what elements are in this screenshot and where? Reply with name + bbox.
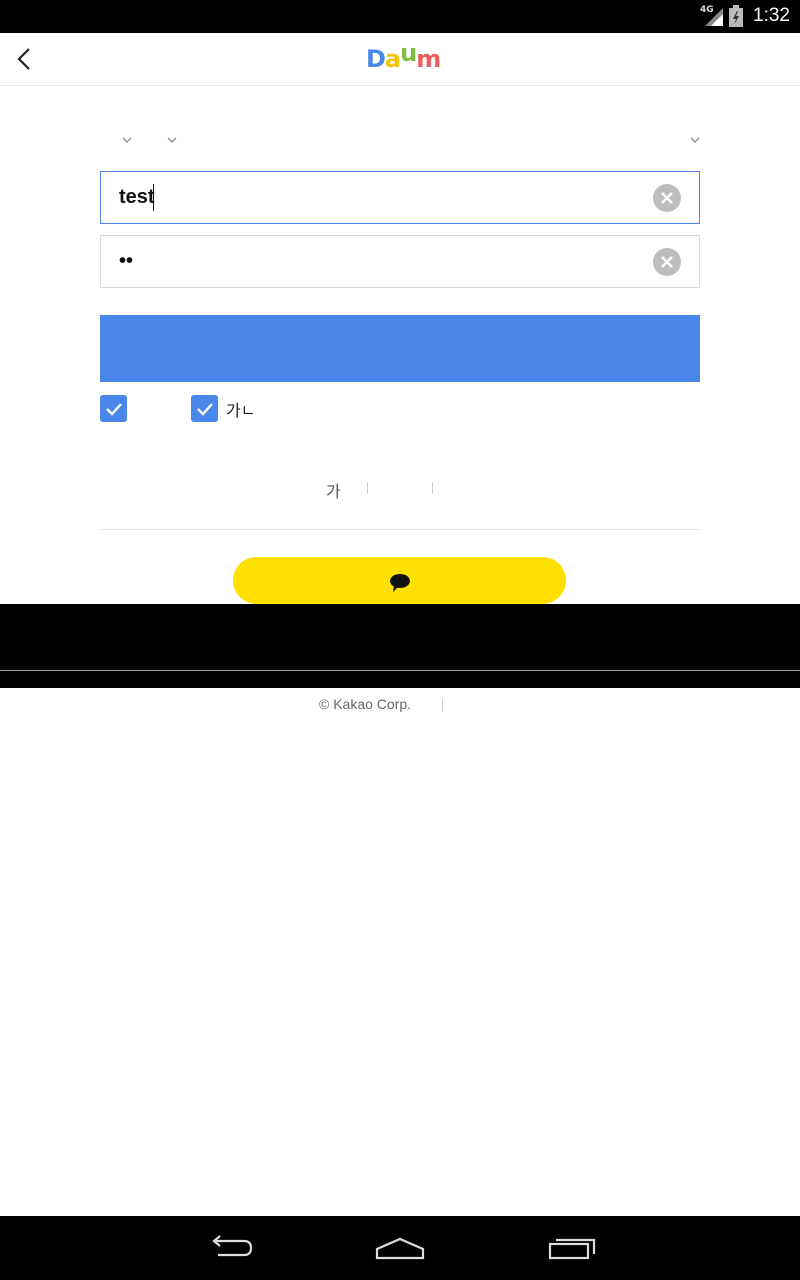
check-icon xyxy=(196,402,213,416)
nav-home-icon xyxy=(375,1237,425,1260)
nav-home-button[interactable] xyxy=(360,1228,440,1268)
check-icon xyxy=(105,402,122,416)
logo-letter-a: a xyxy=(384,45,401,73)
clear-icon xyxy=(661,256,673,268)
back-arrow-icon xyxy=(17,48,30,70)
link-divider xyxy=(367,482,368,494)
copyright-text: © Kakao Corp. xyxy=(319,696,412,712)
link-divider xyxy=(432,482,433,494)
status-bar: 4G 1:32 xyxy=(0,0,800,33)
login-button[interactable] xyxy=(100,315,700,382)
id-field[interactable] xyxy=(100,171,700,224)
password-field[interactable] xyxy=(100,235,700,288)
chevron-down-icon[interactable] xyxy=(120,133,134,147)
chevron-down-icon[interactable] xyxy=(165,133,179,147)
back-button[interactable] xyxy=(4,39,44,79)
logo-letter-d: D xyxy=(366,45,386,73)
text-caret xyxy=(153,184,154,211)
logo-letter-u: u xyxy=(400,39,417,67)
secure-login-checkbox[interactable] xyxy=(191,395,218,422)
password-input[interactable] xyxy=(119,236,639,287)
section-divider xyxy=(100,529,700,530)
chevron-down-icon[interactable] xyxy=(688,133,702,147)
nav-recents-icon xyxy=(548,1238,596,1260)
kakao-login-button[interactable] xyxy=(233,557,566,604)
speech-bubble-icon xyxy=(389,573,410,592)
id-input[interactable] xyxy=(119,172,639,223)
app-header: Daum xyxy=(0,33,800,86)
clear-icon xyxy=(661,192,673,204)
overlay-band-line xyxy=(0,670,800,671)
nav-back-icon xyxy=(212,1235,253,1257)
system-nav-bar xyxy=(0,1216,800,1280)
signal-icon xyxy=(705,8,723,26)
battery-icon xyxy=(729,5,743,27)
find-account-link[interactable]: 가 xyxy=(326,478,341,502)
footer-divider xyxy=(442,699,443,711)
keep-login-checkbox[interactable] xyxy=(100,395,127,422)
nav-back-button[interactable] xyxy=(190,1228,270,1268)
nav-recents-button[interactable] xyxy=(532,1228,612,1268)
overlay-band xyxy=(0,604,800,688)
status-time: 1:32 xyxy=(753,5,790,26)
clear-id-button[interactable] xyxy=(653,184,681,212)
daum-logo: Daum xyxy=(366,39,441,73)
secure-login-label: 가ㄴ xyxy=(226,401,256,420)
logo-letter-m: m xyxy=(416,45,441,73)
clear-password-button[interactable] xyxy=(653,248,681,276)
